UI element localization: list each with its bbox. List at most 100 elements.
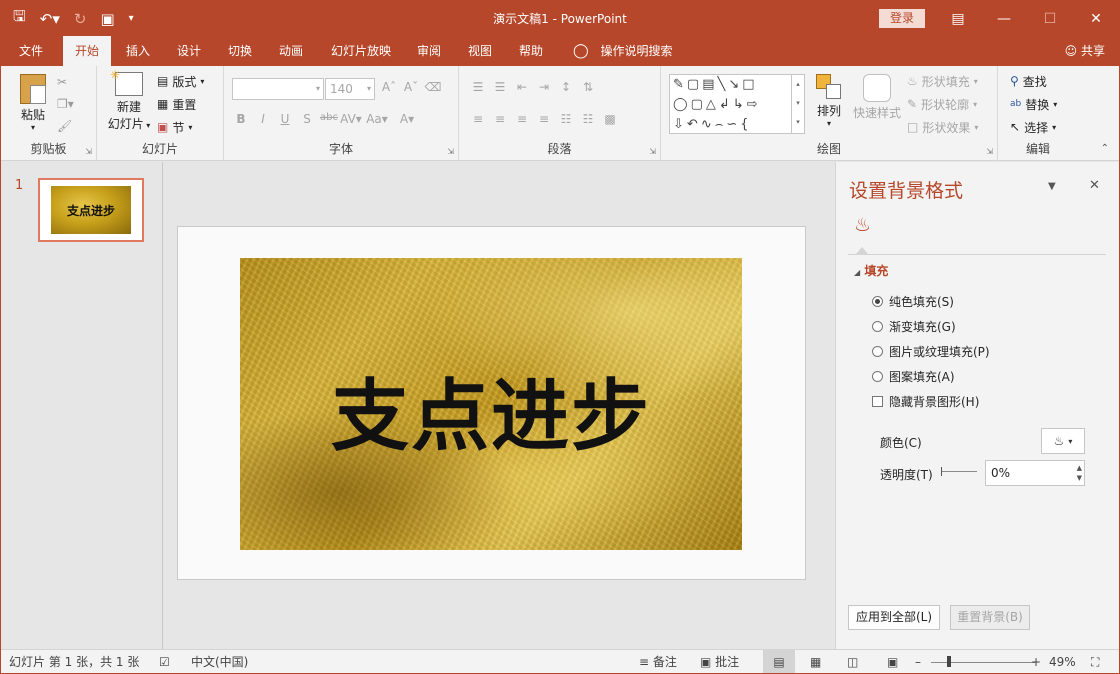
shadow-icon[interactable]: S bbox=[296, 112, 318, 126]
language-status[interactable]: 中文(中国) bbox=[191, 650, 248, 673]
tab-design[interactable]: 设计 bbox=[165, 36, 213, 66]
ribbon-display-icon[interactable]: ▤ bbox=[935, 1, 981, 36]
new-slide-button[interactable]: ✳ 新建 幻灯片 ▾ bbox=[105, 68, 153, 132]
tab-view[interactable]: 视图 bbox=[456, 36, 504, 66]
tab-home[interactable]: 开始 bbox=[63, 36, 112, 66]
arrange-button[interactable]: 排列 ▾ bbox=[811, 74, 847, 128]
gradient-fill-radio[interactable] bbox=[872, 321, 883, 332]
tab-help[interactable]: 帮助 bbox=[507, 36, 555, 66]
hide-bg-graphics-checkbox[interactable] bbox=[872, 396, 883, 407]
font-name-combo[interactable]: ▾ bbox=[232, 78, 324, 100]
layout-button[interactable]: ▤ 版式 ▾ bbox=[157, 71, 204, 91]
strikethrough-icon[interactable]: abc bbox=[318, 112, 340, 126]
gradient-fill-option[interactable]: 渐变填充(G) bbox=[872, 318, 956, 335]
tab-animations[interactable]: 动画 bbox=[267, 36, 315, 66]
save-icon[interactable]: 🖫 bbox=[13, 6, 26, 31]
increase-font-icon[interactable]: Aˆ bbox=[378, 80, 400, 94]
present-icon[interactable]: ▣ bbox=[100, 10, 114, 28]
transparency-input[interactable]: 0% ▲ ▼ bbox=[985, 460, 1085, 486]
slide-thumbnail[interactable]: 支点进步 bbox=[38, 178, 144, 242]
pattern-fill-option[interactable]: 图案填充(A) bbox=[872, 368, 955, 385]
reset-button[interactable]: ▦ 重置 bbox=[157, 94, 196, 114]
login-button[interactable]: 登录 bbox=[879, 9, 925, 28]
gold-foil-background-image[interactable]: 支点进步 bbox=[240, 258, 742, 550]
reset-background-button[interactable]: 重置背景(B) bbox=[950, 605, 1030, 630]
normal-view-icon[interactable]: ▤ bbox=[763, 650, 795, 673]
minimize-icon[interactable]: — bbox=[981, 1, 1027, 36]
find-button[interactable]: ⚲ 查找 bbox=[1010, 71, 1047, 91]
copy-icon[interactable]: ❐▾ bbox=[57, 94, 74, 114]
decrease-indent-icon[interactable]: ⇤ bbox=[511, 80, 533, 94]
tab-insert[interactable]: 插入 bbox=[114, 36, 162, 66]
cut-icon[interactable]: ✂ bbox=[57, 72, 67, 92]
shape-effects-button[interactable]: □ 形状效果 ▾ bbox=[907, 117, 978, 137]
slideshow-icon[interactable]: ▣ bbox=[887, 650, 898, 673]
align-right-icon[interactable]: ≡ bbox=[511, 112, 533, 126]
clipboard-launcher-icon[interactable]: ⇲ bbox=[85, 147, 92, 156]
fill-section-header[interactable]: ◢ 填充 bbox=[854, 262, 888, 279]
replace-button[interactable]: ab 替换 ▾ bbox=[1010, 94, 1057, 114]
pane-close-icon[interactable]: ✕ bbox=[1089, 178, 1100, 193]
char-spacing-icon[interactable]: AV▾ bbox=[340, 112, 362, 126]
font-color-icon[interactable]: A▾ bbox=[392, 112, 422, 126]
smartart-icon[interactable]: ▩ bbox=[599, 112, 621, 126]
zoom-out-icon[interactable]: – bbox=[915, 650, 921, 673]
justify-icon[interactable]: ≡ bbox=[533, 112, 555, 126]
zoom-level[interactable]: 49% bbox=[1049, 650, 1076, 673]
fit-to-window-icon[interactable]: ⛶ bbox=[1091, 650, 1099, 673]
notes-button[interactable]: ≡ 备注 bbox=[639, 650, 677, 673]
change-case-icon[interactable]: Aa▾ bbox=[362, 112, 392, 126]
slide-sorter-icon[interactable]: ▦ bbox=[810, 650, 821, 673]
shapes-scroll[interactable]: ▴ ▾ ▾ bbox=[791, 75, 804, 133]
quick-styles-button[interactable]: 快速样式 bbox=[851, 74, 903, 121]
tell-me-search[interactable]: ◯ 操作说明搜索 bbox=[573, 36, 673, 66]
tab-transitions[interactable]: 切换 bbox=[216, 36, 264, 66]
fill-bucket-icon[interactable]: ♨ bbox=[854, 214, 871, 236]
decrease-font-icon[interactable]: Aˇ bbox=[400, 80, 422, 94]
hide-bg-graphics-option[interactable]: 隐藏背景图形(H) bbox=[872, 393, 979, 410]
bullets-icon[interactable]: ☰ bbox=[467, 80, 489, 94]
underline-icon[interactable]: U bbox=[274, 112, 296, 126]
pane-options-icon[interactable]: ▼ bbox=[1048, 181, 1056, 192]
drawing-launcher-icon[interactable]: ⇲ bbox=[986, 147, 993, 156]
section-button[interactable]: ▣ 节 ▾ bbox=[157, 117, 192, 137]
select-button[interactable]: ↖ 选择 ▾ bbox=[1010, 117, 1056, 137]
solid-fill-option[interactable]: 纯色填充(S) bbox=[872, 293, 954, 310]
transparency-spinner[interactable]: ▲ ▼ bbox=[1077, 463, 1082, 483]
tab-slideshow[interactable]: 幻灯片放映 bbox=[319, 36, 403, 66]
zoom-in-icon[interactable]: + bbox=[1031, 650, 1041, 673]
shape-fill-button[interactable]: ♨ 形状填充 ▾ bbox=[907, 71, 978, 91]
text-direction-icon[interactable]: ⇅ bbox=[577, 80, 599, 94]
format-painter-icon[interactable]: 🖌 bbox=[57, 116, 72, 136]
pattern-fill-radio[interactable] bbox=[872, 371, 883, 382]
shapes-gallery[interactable]: ✎ ▢ ▤ ╲ ↘ □ ◯ ▢ △ ↲ ↳ ⇨ ⇩ ↶ ∿ ⌢ ∽{ ▴ ▾ ▾ bbox=[669, 74, 805, 134]
paste-button[interactable]: 粘贴 ▾ bbox=[15, 74, 51, 132]
line-spacing-icon[interactable]: ↕ bbox=[555, 80, 577, 94]
bold-icon[interactable]: B bbox=[230, 112, 252, 126]
slide-title-text[interactable]: 支点进步 bbox=[240, 354, 742, 466]
customize-icon[interactable]: ▾ bbox=[129, 13, 134, 24]
redo-icon[interactable]: ↻ bbox=[74, 10, 87, 28]
increase-indent-icon[interactable]: ⇥ bbox=[533, 80, 555, 94]
color-picker-button[interactable]: ♨ ▾ bbox=[1041, 428, 1085, 454]
collapse-ribbon-icon[interactable]: ⌃ bbox=[1101, 143, 1109, 154]
align-left-icon[interactable]: ≡ bbox=[467, 112, 489, 126]
font-size-combo[interactable]: 140 ▾ bbox=[325, 78, 375, 100]
solid-fill-radio[interactable] bbox=[872, 296, 883, 307]
transparency-slider[interactable] bbox=[941, 467, 977, 476]
clear-format-icon[interactable]: ⌫ bbox=[422, 80, 444, 94]
tab-file[interactable]: 文件 bbox=[7, 36, 55, 66]
spelling-icon[interactable]: ☑ bbox=[159, 650, 170, 673]
comments-button[interactable]: ▣ 批注 bbox=[700, 650, 739, 673]
picture-fill-radio[interactable] bbox=[872, 346, 883, 357]
picture-fill-option[interactable]: 图片或纹理填充(P) bbox=[872, 343, 990, 360]
italic-icon[interactable]: I bbox=[252, 112, 274, 126]
paragraph-launcher-icon[interactable]: ⇲ bbox=[649, 147, 656, 156]
tab-review[interactable]: 审阅 bbox=[405, 36, 453, 66]
reading-view-icon[interactable]: ◫ bbox=[847, 650, 858, 673]
shape-outline-button[interactable]: ✎ 形状轮廓 ▾ bbox=[907, 94, 977, 114]
slide-canvas[interactable]: 支点进步 bbox=[177, 226, 806, 580]
distributed-icon[interactable]: ☷ bbox=[555, 112, 577, 126]
undo-icon[interactable]: ↶▾ bbox=[40, 10, 60, 28]
columns-icon[interactable]: ☷ bbox=[577, 112, 599, 126]
